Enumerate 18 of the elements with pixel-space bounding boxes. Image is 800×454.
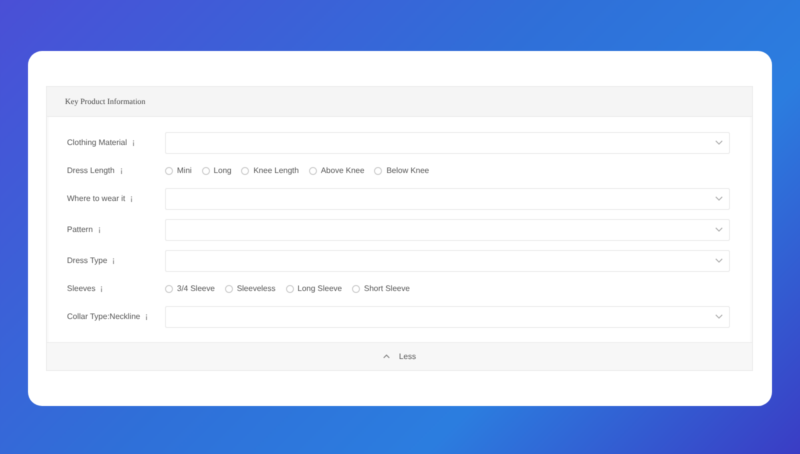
field-label: Dress Type	[67, 256, 108, 265]
option-label[interactable]: Sleeveless	[236, 284, 276, 293]
less-toggle[interactable]: Less	[381, 350, 418, 363]
option-label[interactable]: 3/4 Sleeve	[177, 284, 215, 293]
option-label[interactable]: Long	[214, 166, 232, 175]
option-label[interactable]: Above Knee	[320, 166, 364, 175]
field-label: Clothing Material	[67, 138, 128, 147]
option-label[interactable]: Mini	[177, 166, 192, 175]
field-label: Where to wear it	[67, 194, 126, 203]
option-label[interactable]: Below Knee	[386, 166, 430, 175]
field-label: Dress Length	[67, 166, 115, 175]
panel-title: Key Product Information	[65, 97, 146, 106]
field-label: Collar Type:Neckline	[67, 312, 140, 321]
option-label[interactable]: Long Sleeve	[298, 284, 342, 293]
option-label[interactable]: Knee Length	[253, 166, 299, 175]
field-label: Sleeves	[67, 284, 96, 293]
field-label: Pattern	[67, 225, 93, 234]
option-label[interactable]: Short Sleeve	[364, 284, 410, 293]
